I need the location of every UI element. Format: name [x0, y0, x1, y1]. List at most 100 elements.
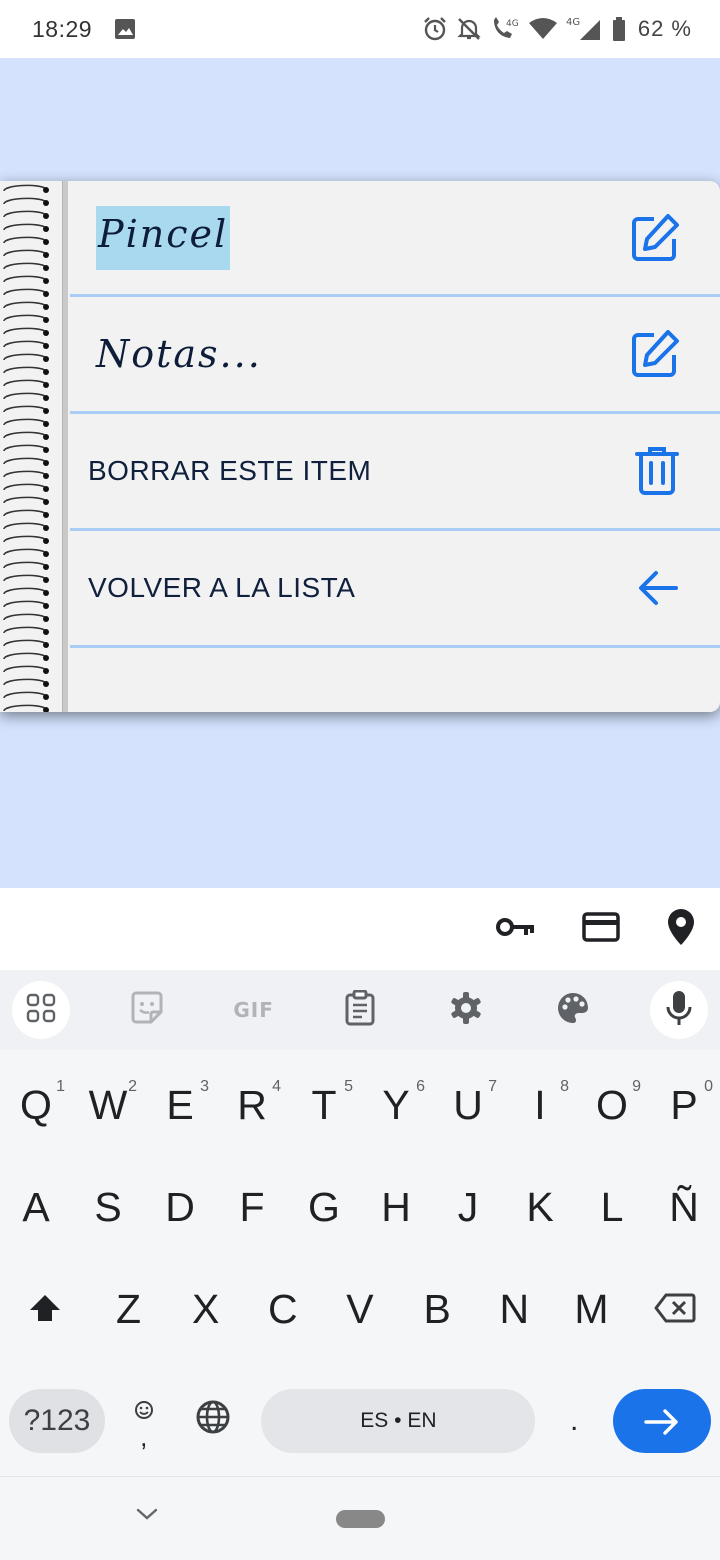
spiral-hole [43, 603, 49, 609]
notes-row[interactable]: Notas... [70, 297, 720, 414]
key-s[interactable]: S [73, 1162, 143, 1252]
space-key[interactable]: ES • EN [261, 1389, 536, 1453]
key-z[interactable]: Z [94, 1264, 164, 1354]
key-n[interactable]: N [479, 1264, 549, 1354]
key-b[interactable]: B [402, 1264, 472, 1354]
sticker-icon [129, 990, 165, 1031]
key-x[interactable]: X [171, 1264, 241, 1354]
status-icons: 4G 4G 62 % [422, 16, 692, 42]
spiral-ring [3, 184, 47, 192]
key-label: E [166, 1081, 194, 1128]
trash-icon[interactable] [634, 446, 680, 496]
delete-item-row[interactable]: BORRAR ESTE ITEM [70, 414, 720, 531]
spiral-ring [3, 223, 47, 231]
spiral-ring [3, 639, 47, 647]
soft-keyboard: Q1W2E3R4T5Y6U7I8O9P0 ASDFGHJKLÑ ZXCVBNM … [0, 1050, 720, 1476]
key-v[interactable]: V [325, 1264, 395, 1354]
spiral-hole [43, 200, 49, 206]
key-c[interactable]: C [248, 1264, 318, 1354]
spiral-hole [43, 356, 49, 362]
key-e[interactable]: E3 [145, 1060, 215, 1150]
key-l[interactable]: L [577, 1162, 647, 1252]
settings-button[interactable] [437, 981, 495, 1039]
gif-button[interactable]: GIF [225, 981, 283, 1039]
enter-key[interactable] [612, 1389, 711, 1453]
title-row[interactable]: Pincel [70, 181, 720, 297]
apps-grid-button[interactable] [12, 981, 70, 1039]
symbols-key[interactable]: ?123 [9, 1389, 105, 1453]
spiral-ring [3, 340, 47, 348]
spiral-hole [43, 421, 49, 427]
key-hint: 9 [632, 1078, 641, 1095]
keyboard-row-4: ?123 , ES • EN . [0, 1376, 720, 1466]
key-i[interactable]: I8 [505, 1060, 575, 1150]
settings-icon [449, 991, 483, 1030]
key-o[interactable]: O9 [577, 1060, 647, 1150]
back-to-list-button[interactable]: VOLVER A LA LISTA [88, 572, 355, 604]
key-label: P [670, 1081, 698, 1128]
spiral-ring [3, 405, 47, 413]
microphone-icon [666, 990, 692, 1031]
key-u[interactable]: U7 [433, 1060, 503, 1150]
shift-key[interactable] [0, 1264, 90, 1354]
svg-text:4G: 4G [566, 17, 580, 28]
key-r[interactable]: R4 [217, 1060, 287, 1150]
spiral-ring [3, 665, 47, 673]
arrow-left-icon[interactable] [636, 568, 680, 608]
key-a[interactable]: A [1, 1162, 71, 1252]
comma-label: , [140, 1421, 148, 1452]
credit-card-icon[interactable] [582, 911, 620, 947]
spiral-hole [43, 382, 49, 388]
sticker-button[interactable] [118, 981, 176, 1039]
edit-notes-icon[interactable] [630, 329, 680, 379]
key-icon[interactable] [496, 915, 536, 944]
spiral-hole [43, 681, 49, 687]
volte-call-icon: 4G [490, 16, 520, 42]
spiral-ring [3, 444, 47, 452]
key-t[interactable]: T5 [289, 1060, 359, 1150]
hide-keyboard-chevron-icon[interactable] [136, 1507, 158, 1526]
spiral-hole [43, 577, 49, 583]
key-m[interactable]: M [556, 1264, 626, 1354]
spiral-ring [3, 548, 47, 556]
key-q[interactable]: Q1 [1, 1060, 71, 1150]
notebook-margin-line [62, 181, 68, 712]
key-p[interactable]: P0 [649, 1060, 719, 1150]
item-title-field[interactable]: Pincel [96, 205, 231, 270]
spiral-ring [3, 262, 47, 270]
key-ñ[interactable]: Ñ [649, 1162, 719, 1252]
spiral-ring [3, 353, 47, 361]
voice-input-button[interactable] [649, 981, 708, 1039]
spiral-hole [43, 447, 49, 453]
key-w[interactable]: W2 [73, 1060, 143, 1150]
clipboard-button[interactable] [331, 981, 389, 1039]
key-y[interactable]: Y6 [361, 1060, 431, 1150]
key-g[interactable]: G [289, 1162, 359, 1252]
key-d[interactable]: D [145, 1162, 215, 1252]
key-hint: 1 [56, 1078, 65, 1095]
back-to-list-row[interactable]: VOLVER A LA LISTA [70, 531, 720, 648]
spiral-ring [3, 301, 47, 309]
item-notes-field[interactable]: Notas... [96, 332, 262, 376]
edit-title-icon[interactable] [630, 213, 680, 263]
spiral-hole [43, 291, 49, 297]
spiral-hole [43, 590, 49, 596]
spiral-ring [3, 275, 47, 283]
location-pin-icon[interactable] [666, 908, 696, 951]
language-key[interactable] [183, 1376, 243, 1466]
spiral-ring [3, 626, 47, 634]
theme-button[interactable] [544, 981, 602, 1039]
home-handle[interactable] [336, 1510, 385, 1528]
key-h[interactable]: H [361, 1162, 431, 1252]
backspace-key[interactable] [630, 1264, 720, 1354]
key-j[interactable]: J [433, 1162, 503, 1252]
spiral-hole [43, 473, 49, 479]
comma-key[interactable]: , [124, 1376, 164, 1466]
spiral-hole [43, 252, 49, 258]
key-f[interactable]: F [217, 1162, 287, 1252]
key-hint: 6 [416, 1078, 425, 1095]
key-label: I [534, 1081, 546, 1128]
delete-item-button[interactable]: BORRAR ESTE ITEM [88, 455, 371, 487]
key-k[interactable]: K [505, 1162, 575, 1252]
period-key[interactable]: . [554, 1376, 594, 1466]
